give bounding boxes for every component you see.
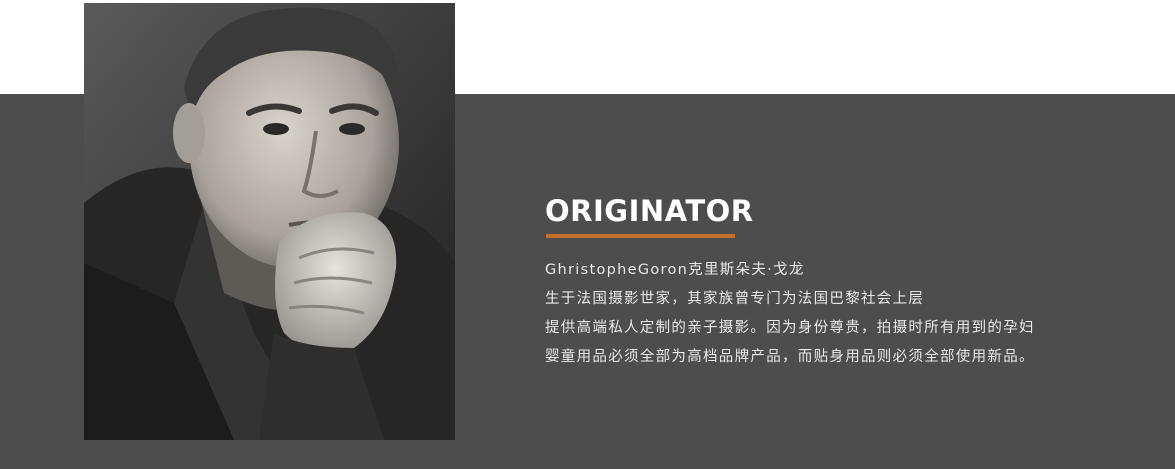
- portrait-illustration: [84, 3, 455, 440]
- bio-line: 婴童用品必须全部为高档品牌产品，而贴身用品则必须全部使用新品。: [545, 349, 1035, 365]
- heading-underline: [546, 234, 735, 238]
- bio-line: GhristopheGoron克里斯朵夫·戈龙: [545, 262, 805, 278]
- originator-section: ORIGINATOR GhristopheGoron克里斯朵夫·戈龙 生于法国摄…: [545, 194, 1145, 372]
- bio-line: 提供高端私人定制的亲子摄影。因为身份尊贵，拍摄时所有用到的孕妇: [545, 320, 1035, 336]
- section-heading: ORIGINATOR: [545, 194, 754, 228]
- bio-line: 生于法国摄影世家，其家族曾专门为法国巴黎社会上层: [545, 291, 925, 307]
- portrait-photo: [84, 3, 455, 440]
- bio-text: GhristopheGoron克里斯朵夫·戈龙 生于法国摄影世家，其家族曾专门为…: [545, 256, 1145, 372]
